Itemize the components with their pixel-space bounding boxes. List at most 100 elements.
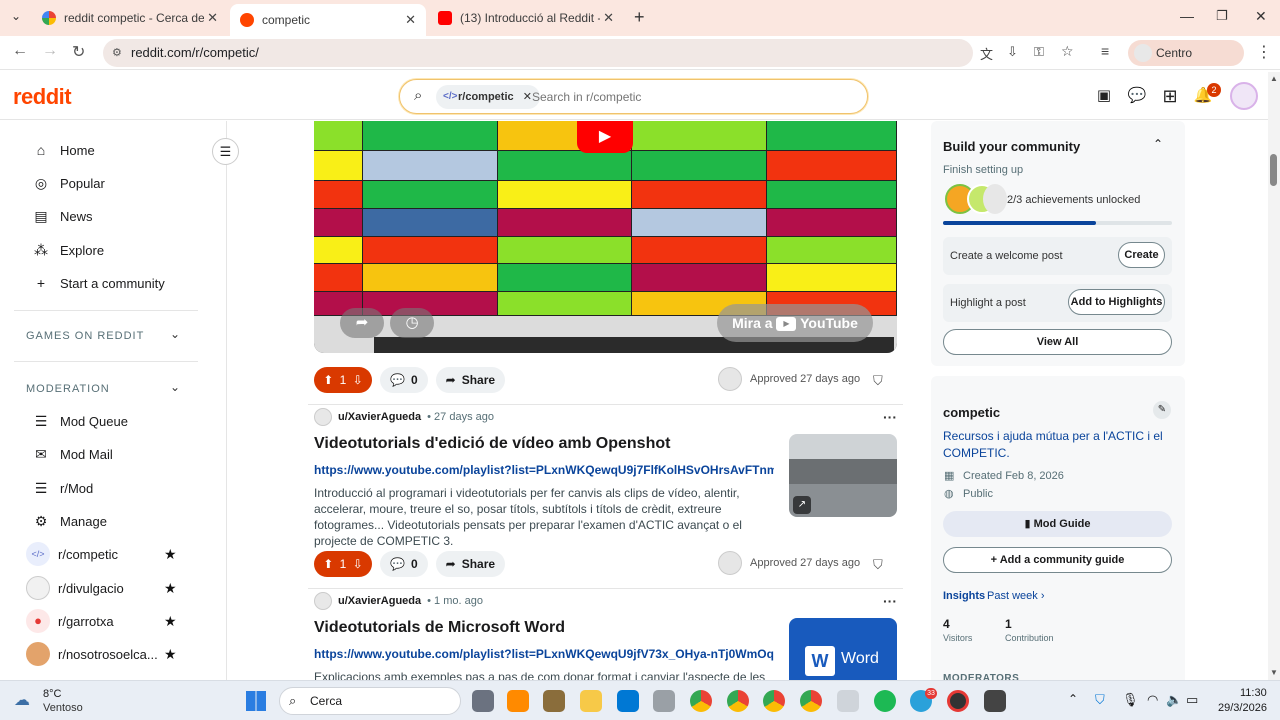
clock-date[interactable]: 29/3/2026 xyxy=(1218,702,1267,714)
post-thumbnail[interactable]: ↗ xyxy=(789,434,897,517)
author-link[interactable]: u/XavierAgueda xyxy=(338,595,421,607)
taskbar-search[interactable]: ⌕ Cerca xyxy=(279,687,461,715)
mod-guide-button[interactable]: ▮ Mod Guide xyxy=(943,511,1172,537)
task-view-icon[interactable] xyxy=(472,690,494,712)
sidebar-item-mod-queue[interactable]: ☰ Mod Queue xyxy=(32,409,128,433)
upvote-icon[interactable]: ⬆ xyxy=(323,373,333,387)
translate-icon[interactable]: 文 xyxy=(980,44,993,63)
author-link[interactable]: u/XavierAgueda xyxy=(338,411,421,423)
page-scrollbar[interactable]: ▲ ▼ xyxy=(1268,72,1280,680)
sidebar-item-popular[interactable]: ◎ Popular xyxy=(32,171,105,195)
window-close-icon[interactable]: ✕ xyxy=(1255,8,1267,25)
scroll-down-icon[interactable]: ▼ xyxy=(1270,668,1278,677)
back-icon[interactable]: ← xyxy=(12,42,28,60)
profile-button[interactable]: Centro educativo xyxy=(1128,40,1244,86)
vote-button[interactable]: ⬆ 1 ⇩ xyxy=(314,551,372,577)
search-scope-chip[interactable]: </> r/competic ✕ xyxy=(436,85,540,109)
sidebar-item-divulgacio[interactable]: r/divulgacio xyxy=(26,576,124,600)
post-thumbnail[interactable]: W Word xyxy=(789,618,897,680)
chrome-icon[interactable] xyxy=(763,690,785,712)
minimize-icon[interactable]: — xyxy=(1180,8,1194,24)
reddit-logo[interactable]: reddit xyxy=(13,84,72,110)
tab-youtube[interactable]: (13) Introducció al Reddit - You ✕ xyxy=(428,4,624,32)
create-button[interactable]: Create xyxy=(1118,242,1165,268)
document-icon[interactable] xyxy=(837,690,859,712)
search-input[interactable] xyxy=(532,84,852,110)
watch-later-icon[interactable]: ◷ xyxy=(390,308,434,338)
spotify-icon[interactable] xyxy=(874,690,896,712)
new-tab-icon[interactable]: + xyxy=(634,7,645,28)
share-button[interactable]: ➦ Share xyxy=(435,551,506,577)
sidebar-item-nosotrosoelca[interactable]: r/nosotrosoelca... xyxy=(26,642,158,666)
mod-shield-icon[interactable]: ⛉ xyxy=(873,373,883,389)
share-button[interactable]: ➦ Share xyxy=(435,367,506,393)
favorite-star-icon[interactable]: ★ xyxy=(164,580,177,597)
reload-icon[interactable]: ↻ xyxy=(72,42,85,62)
close-icon[interactable]: ✕ xyxy=(207,10,218,26)
downvote-icon[interactable]: ⇩ xyxy=(353,373,363,387)
site-info-icon[interactable]: ⚙ xyxy=(112,39,122,67)
favorite-star-icon[interactable]: ★ xyxy=(164,646,177,663)
favorite-star-icon[interactable]: ★ xyxy=(164,546,177,563)
sidebar-item-home[interactable]: ⌂ Home xyxy=(32,138,95,162)
vote-button[interactable]: ⬆ 1 ⇩ xyxy=(314,367,372,393)
sidebar-item-start-community[interactable]: + Start a community xyxy=(32,271,165,295)
sidebar-item-r-mod[interactable]: ☰ r/Mod xyxy=(32,476,94,500)
clock-time[interactable]: 11:30 xyxy=(1240,687,1267,699)
app-icon[interactable] xyxy=(653,690,675,712)
share-video-icon[interactable]: ➦ xyxy=(340,308,384,338)
bookmark-star-icon[interactable]: ☆ xyxy=(1061,43,1074,60)
forward-icon[interactable]: → xyxy=(42,42,58,60)
comments-button[interactable]: 💬 0 xyxy=(380,551,428,577)
file-explorer-icon[interactable] xyxy=(580,690,602,712)
chevron-up-icon[interactable]: ⌃ xyxy=(1153,137,1163,151)
close-icon[interactable]: ✕ xyxy=(405,12,416,28)
tab-list-dropdown-icon[interactable]: ⌄ xyxy=(11,9,21,23)
view-all-button[interactable]: View All xyxy=(943,329,1172,355)
post-title[interactable]: Videotutorials d'edició de vídeo amb Ope… xyxy=(314,435,670,453)
scroll-up-icon[interactable]: ▲ xyxy=(1270,74,1278,83)
tools-icon[interactable] xyxy=(984,690,1006,712)
volume-icon[interactable]: 🔈 xyxy=(1166,692,1182,708)
section-games[interactable]: GAMES ON REDDIT xyxy=(26,330,144,342)
weather-icon[interactable]: ☁ xyxy=(14,690,30,710)
sidebar-item-explore[interactable]: ⁂ Explore xyxy=(32,238,104,262)
maximize-icon[interactable]: ❐ xyxy=(1216,8,1228,24)
key-icon[interactable]: ⚿ xyxy=(1034,44,1044,60)
search-bar[interactable]: ⌕ </> r/competic ✕ xyxy=(399,79,868,114)
sidebar-item-garrotxa[interactable]: ● r/garrotxa xyxy=(26,609,114,633)
sidebar-item-mod-mail[interactable]: ✉ Mod Mail xyxy=(32,442,113,466)
ad-icon[interactable]: ▣ xyxy=(1094,86,1114,106)
create-post-icon[interactable]: ⊞ xyxy=(1160,86,1180,106)
add-community-guide-button[interactable]: + Add a community guide xyxy=(943,547,1172,573)
downvote-icon[interactable]: ⇩ xyxy=(353,557,363,571)
user-avatar[interactable] xyxy=(1230,82,1258,110)
record-icon[interactable] xyxy=(947,690,969,712)
security-icon[interactable]: ⛉ xyxy=(1095,692,1105,708)
tab-competic[interactable]: competic ✕ xyxy=(230,4,426,36)
comments-button[interactable]: 💬 0 xyxy=(380,367,428,393)
more-options-icon[interactable]: ··· xyxy=(883,409,897,425)
mod-shield-icon[interactable]: ⛉ xyxy=(873,557,883,573)
menu-icon[interactable]: ⋮ xyxy=(1256,42,1272,62)
chat-icon[interactable]: 💬 xyxy=(1127,86,1147,106)
microphone-icon[interactable]: 🎙 xyxy=(1122,692,1139,708)
add-to-highlights-button[interactable]: Add to Highlights xyxy=(1068,289,1165,315)
chevron-down-icon[interactable]: ⌄ xyxy=(170,327,180,341)
sidebar-toggle-icon[interactable]: ☰ xyxy=(212,138,239,165)
chrome-active-icon[interactable] xyxy=(800,690,822,712)
watch-on-youtube-button[interactable]: Mira a ▶ YouTube xyxy=(717,304,873,342)
post-link[interactable]: https://www.youtube.com/playlist?list=PL… xyxy=(314,463,774,477)
chevron-up-icon[interactable]: ⌃ xyxy=(1068,692,1078,706)
post-title[interactable]: Videotutorials de Microsoft Word xyxy=(314,619,565,637)
play-button-icon[interactable]: ▶ xyxy=(577,121,633,153)
wifi-icon[interactable]: ◠ xyxy=(1147,692,1158,708)
start-windows-icon[interactable] xyxy=(246,691,266,711)
tab-google-search[interactable]: reddit competic - Cerca de Goo ✕ xyxy=(32,4,228,32)
chrome-icon[interactable] xyxy=(727,690,749,712)
upvote-icon[interactable]: ⬆ xyxy=(323,557,333,571)
scroll-thumb[interactable] xyxy=(1270,154,1277,186)
video-player[interactable]: ▶ ➦ ◷ Mira a ▶ YouTube xyxy=(314,121,897,353)
favorite-star-icon[interactable]: ★ xyxy=(164,613,177,630)
chevron-down-icon[interactable]: ⌄ xyxy=(170,380,180,394)
